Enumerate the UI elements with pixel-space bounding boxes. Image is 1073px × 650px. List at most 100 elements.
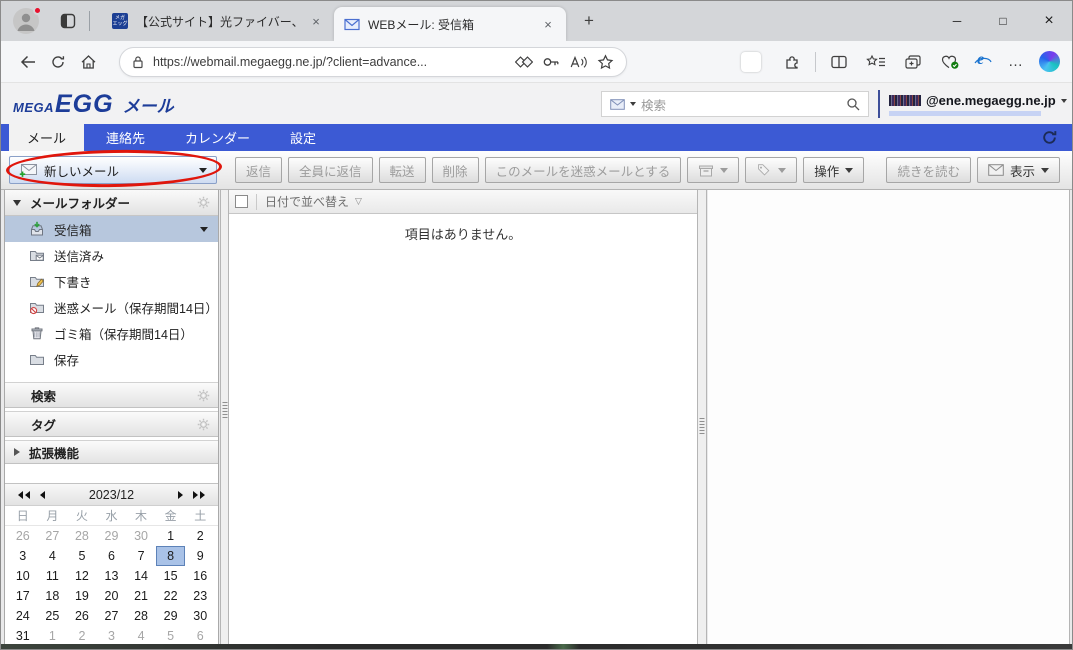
actions-caret-icon[interactable] — [845, 168, 853, 173]
extensions-button[interactable] — [778, 48, 806, 76]
ie-mode-button[interactable]: e — [973, 53, 993, 71]
search-scope-caret-icon[interactable] — [630, 102, 636, 106]
calendar-day[interactable]: 30 — [185, 606, 215, 626]
mail-search-field[interactable]: 検索 — [601, 91, 869, 117]
settings-more-button[interactable]: … — [1002, 48, 1030, 76]
maximize-button[interactable]: □ — [980, 1, 1026, 41]
minimize-button[interactable]: ─ — [934, 1, 980, 41]
search-section-bar[interactable]: 検索 — [5, 382, 218, 408]
view-button[interactable]: 表示 — [977, 157, 1060, 183]
new-mail-button[interactable]: 新しいメール — [9, 156, 217, 184]
back-button[interactable] — [13, 47, 43, 77]
browser-tab-webmail[interactable]: WEBメール: 受信箱 × — [334, 7, 566, 41]
calendar-day[interactable]: 2 — [67, 626, 97, 646]
calendar-day[interactable]: 24 — [8, 606, 38, 626]
toolbar-button-4[interactable]: このメールを迷惑メールとする — [485, 157, 682, 183]
calendar-day[interactable]: 2 — [185, 526, 215, 546]
nav-tab-2[interactable]: カレンダー — [167, 124, 268, 151]
calendar-next-year-button[interactable] — [193, 491, 205, 499]
tags-gear-icon[interactable] — [197, 418, 210, 431]
url-text[interactable]: https://webmail.megaegg.ne.jp/?client=ad… — [153, 55, 506, 69]
profile-avatar[interactable] — [13, 8, 39, 34]
calendar-day[interactable]: 13 — [97, 566, 127, 586]
folder-5[interactable]: 保存 — [5, 346, 218, 372]
folder-3[interactable]: 迷惑メール（保存期間14日） — [5, 294, 218, 320]
calendar-title[interactable]: 2023/12 — [50, 488, 173, 502]
mail-refresh-button[interactable] — [1041, 129, 1058, 151]
archive-caret-icon[interactable] — [720, 168, 728, 173]
archive-button[interactable] — [687, 157, 739, 183]
refresh-button[interactable] — [43, 47, 73, 77]
calendar-day[interactable]: 27 — [38, 526, 68, 546]
folder-2[interactable]: 下書き — [5, 268, 218, 294]
calendar-day[interactable]: 14 — [126, 566, 156, 586]
calendar-day[interactable]: 17 — [8, 586, 38, 606]
calendar-day[interactable]: 25 — [38, 606, 68, 626]
nav-tab-1[interactable]: 連絡先 — [88, 124, 163, 151]
calendar-day[interactable]: 7 — [126, 546, 156, 566]
calendar-day[interactable]: 10 — [8, 566, 38, 586]
select-all-checkbox[interactable] — [235, 195, 248, 208]
calendar-day[interactable]: 28 — [126, 606, 156, 626]
lock-icon[interactable] — [132, 55, 144, 69]
calendar-day[interactable]: 31 — [8, 626, 38, 646]
folders-gear-icon[interactable] — [197, 196, 210, 209]
calendar-day[interactable]: 5 — [156, 626, 186, 646]
tab-close-icon[interactable]: × — [308, 14, 324, 29]
sidebar-splitter[interactable] — [220, 190, 229, 646]
split-screen-button[interactable] — [825, 48, 853, 76]
calendar-day[interactable]: 12 — [67, 566, 97, 586]
toolbar-button-2[interactable]: 転送 — [379, 157, 426, 183]
address-bar[interactable]: https://webmail.megaegg.ne.jp/?client=ad… — [119, 47, 627, 77]
home-button[interactable] — [73, 47, 103, 77]
toolbar-button-1[interactable]: 全員に返信 — [288, 157, 373, 183]
browser-essentials-button[interactable] — [936, 48, 964, 76]
folder-0[interactable]: 受信箱 — [5, 216, 218, 242]
nav-tab-3[interactable]: 設定 — [272, 124, 334, 151]
calendar-day[interactable]: 18 — [38, 586, 68, 606]
favorites-button[interactable] — [862, 48, 890, 76]
calendar-day[interactable]: 1 — [156, 526, 186, 546]
tab-actions-menu-button[interactable] — [59, 12, 77, 30]
mail-folders-header[interactable]: メールフォルダー — [5, 190, 218, 216]
tag-caret-icon[interactable] — [778, 168, 786, 173]
expand-triangle-icon[interactable] — [14, 448, 20, 456]
read-aloud-icon[interactable] — [569, 55, 588, 69]
calendar-day[interactable]: 9 — [185, 546, 215, 566]
calendar-next-month-button[interactable] — [178, 491, 183, 499]
calendar-day[interactable]: 4 — [126, 626, 156, 646]
calendar-day[interactable]: 8 — [156, 546, 186, 566]
search-placeholder[interactable]: 検索 — [641, 95, 841, 114]
copilot-icon[interactable] — [1039, 51, 1060, 72]
calendar-day[interactable]: 23 — [185, 586, 215, 606]
tab-close-icon[interactable]: × — [540, 17, 556, 32]
calendar-day[interactable]: 26 — [8, 526, 38, 546]
calendar-prev-month-button[interactable] — [40, 491, 45, 499]
calendar-day[interactable]: 19 — [67, 586, 97, 606]
calendar-day[interactable]: 4 — [38, 546, 68, 566]
calendar-day[interactable]: 20 — [97, 586, 127, 606]
calendar-day[interactable]: 1 — [38, 626, 68, 646]
folder-dropdown-caret-icon[interactable] — [200, 227, 208, 232]
nav-tab-0[interactable]: メール — [9, 124, 84, 151]
extension-placeholder-icon[interactable] — [741, 52, 761, 72]
search-icon[interactable] — [846, 97, 860, 111]
collapse-triangle-icon[interactable] — [13, 200, 21, 206]
folder-4[interactable]: ゴミ箱（保存期間14日） — [5, 320, 218, 346]
calendar-day[interactable]: 6 — [185, 626, 215, 646]
view-caret-icon[interactable] — [1041, 168, 1049, 173]
calendar-day[interactable]: 16 — [185, 566, 215, 586]
splitter-grip-icon[interactable] — [700, 418, 705, 434]
shopping-icon[interactable] — [515, 54, 533, 70]
reading-pane-splitter[interactable] — [697, 190, 707, 646]
account-menu[interactable]: @ene.megaegg.ne.jp — [889, 93, 1067, 108]
favorite-star-icon[interactable] — [597, 54, 614, 70]
calendar-day[interactable]: 3 — [97, 626, 127, 646]
read-more-button[interactable]: 続きを読む — [886, 157, 971, 183]
calendar-day[interactable]: 29 — [97, 526, 127, 546]
calendar-day[interactable]: 30 — [126, 526, 156, 546]
calendar-prev-year-button[interactable] — [18, 491, 30, 499]
calendar-day[interactable]: 11 — [38, 566, 68, 586]
password-key-icon[interactable] — [542, 54, 560, 70]
toolbar-button-3[interactable]: 削除 — [432, 157, 479, 183]
